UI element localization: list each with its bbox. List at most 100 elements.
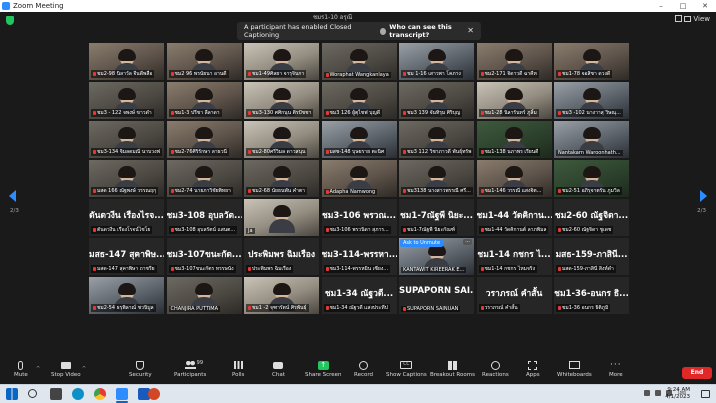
apps-button[interactable]: Apps — [526, 360, 540, 378]
participant-display-name: วราภรณ์ คำสั้น — [485, 289, 543, 299]
participant-tile[interactable]: ชม1-7ณัฐพี นิยะ... ชม1-7ณัฐพี นิยะกัณฑ์ — [399, 199, 474, 236]
participant-tile[interactable]: ชม1-44 วัดคิกาน... ชม1-44 วัดคิกานต์ ลาภพ… — [476, 199, 552, 236]
maximize-button[interactable]: □ — [672, 0, 694, 12]
cc-transcript-link[interactable]: Who can see this transcript? — [380, 23, 481, 39]
notification-icon[interactable] — [701, 390, 710, 398]
participant-tile[interactable]: ชม1-3 ปรีชา ลีลาดา — [166, 82, 242, 119]
participant-tile[interactable]: ชม1-146 วรรณี แสงจิต... — [476, 160, 552, 197]
participant-name-text: ชม3138 นางสาวพรรณี ศรี... — [407, 188, 471, 194]
share-screen-button[interactable]: ↑ Share Screen — [305, 360, 342, 378]
close-banner-button[interactable]: ✕ — [467, 26, 474, 35]
tile-more-options-button[interactable]: ··· — [463, 239, 472, 245]
network-icon[interactable] — [655, 390, 662, 396]
participant-video-hair — [117, 165, 136, 178]
chat-button[interactable]: Chat — [272, 360, 285, 378]
security-shield-icon[interactable] — [6, 16, 14, 25]
polls-button[interactable]: Polls — [232, 360, 244, 378]
zoom-taskbar-icon[interactable] — [116, 388, 128, 400]
participant-tile[interactable]: ชม3-106 พรวณ... ชม3-106 พรวนิดา สุภาร... — [321, 199, 397, 236]
participant-tile[interactable]: ชม3-107ขนะกัด... ชม3-107ขนะกัตร ทรรษนัง — [166, 238, 242, 275]
fullscreen-icon[interactable] — [675, 15, 682, 22]
participant-tile[interactable]: ชม1 -2 จุฑารัตน์ ศิรพันธุ์ — [244, 277, 319, 314]
participant-tile[interactable]: ชม3 -102 นางาาสุ วิษณุ... — [554, 82, 629, 119]
participant-tile[interactable]: ชม2-80ศรีวิมล ดาวสนุน — [244, 121, 319, 158]
participant-tile[interactable]: ชม3 112 วิชาภาวดี พันธุ์ทรัพ — [399, 121, 474, 158]
next-page-arrow-icon[interactable] — [700, 190, 707, 202]
powerpoint-taskbar-icon[interactable] — [148, 388, 160, 400]
windows-start-icon[interactable] — [6, 388, 18, 400]
record-button[interactable]: Record — [354, 360, 373, 378]
chrome-browser-icon[interactable] — [94, 388, 106, 400]
participant-tile[interactable]: วราภรณ์ คำสั้น วราภรณ์ คำสั้น — [476, 277, 552, 314]
taskbar-clock[interactable]: 9:24 AM 4/1/2023 — [665, 387, 690, 401]
participant-tile[interactable]: Adapha Namwong — [321, 160, 397, 197]
participant-tile[interactable]: ดันดวงีน เรืองไรจ... ตันดวงีน เรืองโรจน์ไ… — [89, 199, 164, 236]
mute-button[interactable]: Mute — [14, 360, 28, 378]
end-meeting-button[interactable]: End — [682, 367, 712, 379]
participant-tile[interactable]: ชม1-49ศิลยา จารุจินกา — [244, 43, 319, 80]
participant-tile[interactable]: ชม2 96 พรนัยนา อานดี — [166, 43, 242, 80]
participant-tile[interactable]: ชม3 126 ผู้ตุไชฟ บุญดี — [321, 82, 397, 119]
task-view-icon[interactable] — [50, 388, 62, 400]
participant-tile[interactable]: CHANJIRA PUTTIMA — [166, 277, 242, 314]
participant-tile[interactable]: ชม2-98 นิลาวัล จีนดีพลือ — [89, 43, 164, 80]
search-icon[interactable] — [28, 389, 37, 398]
participant-tile[interactable]: ชม2-68 นัยธนพัน คำตา — [244, 160, 319, 197]
participant-tile[interactable]: ชม1-138 นภาพร เรียนดี — [476, 121, 552, 158]
participant-tile[interactable]: ชม1-14 กชกร ไ... ชม1-14 กชกร ไหมจริง — [476, 238, 552, 275]
participant-tile[interactable]: ชม3-130 ศศิกนุน ติรปัชชา — [244, 82, 319, 119]
participant-tile[interactable]: ชม2-76ศิริรักษา ลาธวนี — [166, 121, 242, 158]
participant-tile[interactable]: Woraphat Wangkanlaya — [321, 43, 397, 80]
reactions-label: Reactions — [482, 372, 509, 378]
participant-tile[interactable]: ชม3-108 อุบลวัต... ชม3-108 อุบลรัตน์ แสนต… — [166, 199, 242, 236]
participants-button[interactable]: 99 Participants — [174, 360, 206, 378]
previous-page-arrow-icon[interactable] — [9, 190, 16, 202]
participant-tile[interactable]: ชม3 - 122 จพงษ์ ขาวดำ — [89, 82, 164, 119]
muted-mic-icon — [93, 150, 96, 154]
participant-tile[interactable]: ชม2-51 อภิรุจาตรัน ภูมวิล — [554, 160, 629, 197]
participant-tile[interactable]: ชม 1-16 เสาวพา โคภาง — [399, 43, 474, 80]
participant-tile[interactable]: ชม3-134 จิมลดมณี นาบวงฟ — [89, 121, 164, 158]
view-button[interactable]: View — [684, 15, 710, 23]
close-window-button[interactable]: ✕ — [694, 0, 716, 12]
participant-tile[interactable]: มสช-148 บุษยราย ตะนิศ — [321, 121, 397, 158]
participant-tile[interactable]: ชม2-60 ณัฐจิดา... ชม2-60 ณัฐจิดา ชูเดช — [554, 199, 629, 236]
participant-tile[interactable]: ชม2-54 ธรุพิลาณ์ ชวนิบูล — [89, 277, 164, 314]
show-captions-button[interactable]: CC Show Captions — [386, 360, 427, 378]
edge-browser-icon[interactable] — [72, 388, 84, 400]
cropped-participant-name: ชมร1-10 อรุณี — [313, 14, 353, 21]
reactions-button[interactable]: Reactions — [482, 360, 509, 378]
participant-tile[interactable]: Ja — [244, 199, 319, 236]
muted-mic-icon — [403, 228, 406, 232]
participant-tile[interactable]: ชม1-36-อนกร ธิ... ชม1-36 อนกร ธิติภูมิ — [554, 277, 629, 314]
participant-tile[interactable]: ประพิมพร ฉิมเรือง ประพิมพร ฉิมเรือง — [244, 238, 319, 275]
participant-name-label: Woraphat Wangkanlaya — [323, 72, 391, 78]
minimize-button[interactable]: – — [650, 0, 672, 12]
grid-view-icon — [684, 16, 692, 22]
participant-tile[interactable]: ชม3-114-พรรหา... ชม3-114-พรรหมิน เซียง... — [321, 238, 397, 275]
participant-tile[interactable]: มสด 166 ณัฐพงษ์ วรรณฤกุ — [89, 160, 164, 197]
participant-tile[interactable]: มสธ-147 สุคาพิษ... มสด-147 สุคาพิษา ถาชรี… — [89, 238, 164, 275]
security-button[interactable]: Security — [129, 360, 152, 378]
participant-tile[interactable]: มสธ-159-ภาสินี... มสด-159-ภาสินี สิงห์ดำ — [554, 238, 629, 275]
audio-options-caret[interactable]: ^ — [36, 366, 40, 372]
participant-tile[interactable]: ชม3 139 จันทิรุม ศิริบุญ — [399, 82, 474, 119]
video-options-caret[interactable]: ^ — [82, 366, 86, 372]
participant-tile[interactable]: ชม3138 นางสาวพรรณี ศรี... — [399, 160, 474, 197]
participant-tile[interactable]: ชม2-74 นายภาวิชัยพิทยา — [166, 160, 242, 197]
breakout-rooms-button[interactable]: Breakout Rooms — [430, 360, 475, 378]
stop-video-button[interactable]: Stop Video — [51, 360, 81, 378]
participant-tile[interactable]: ชม1-28 นิลารันทร์ ภูลิ้ม — [476, 82, 552, 119]
whiteboards-button[interactable]: Whiteboards — [557, 360, 592, 378]
more-button[interactable]: ··· More — [609, 360, 623, 378]
participant-tile[interactable]: SUPAPORN SAI... SUPAPORN SAINUAN — [399, 277, 474, 314]
participant-video-hair — [505, 165, 523, 178]
participant-tile[interactable]: Nantakarn Waroonhath... — [554, 121, 629, 158]
participant-name-text: ชม1-44 วัดคิกานต์ ลาภพิมล — [484, 227, 547, 233]
tray-chevron-icon[interactable] — [644, 390, 651, 396]
participant-tile[interactable]: ชม1-34 ณัฐวดี... ชม1-34 ณัฐวดี แสงประทีป — [321, 277, 397, 314]
participant-tile[interactable]: Ask to Unmute ··· KANTAWIT KIREERAK E... — [399, 238, 474, 275]
participant-tile[interactable]: ชม1-78 จอสิชา ดวงดี — [554, 43, 629, 80]
ask-to-unmute-button[interactable]: Ask to Unmute — [400, 239, 444, 247]
participant-tile[interactable]: ชม2-171 จิดาวดี ฉาคีห — [476, 43, 552, 80]
